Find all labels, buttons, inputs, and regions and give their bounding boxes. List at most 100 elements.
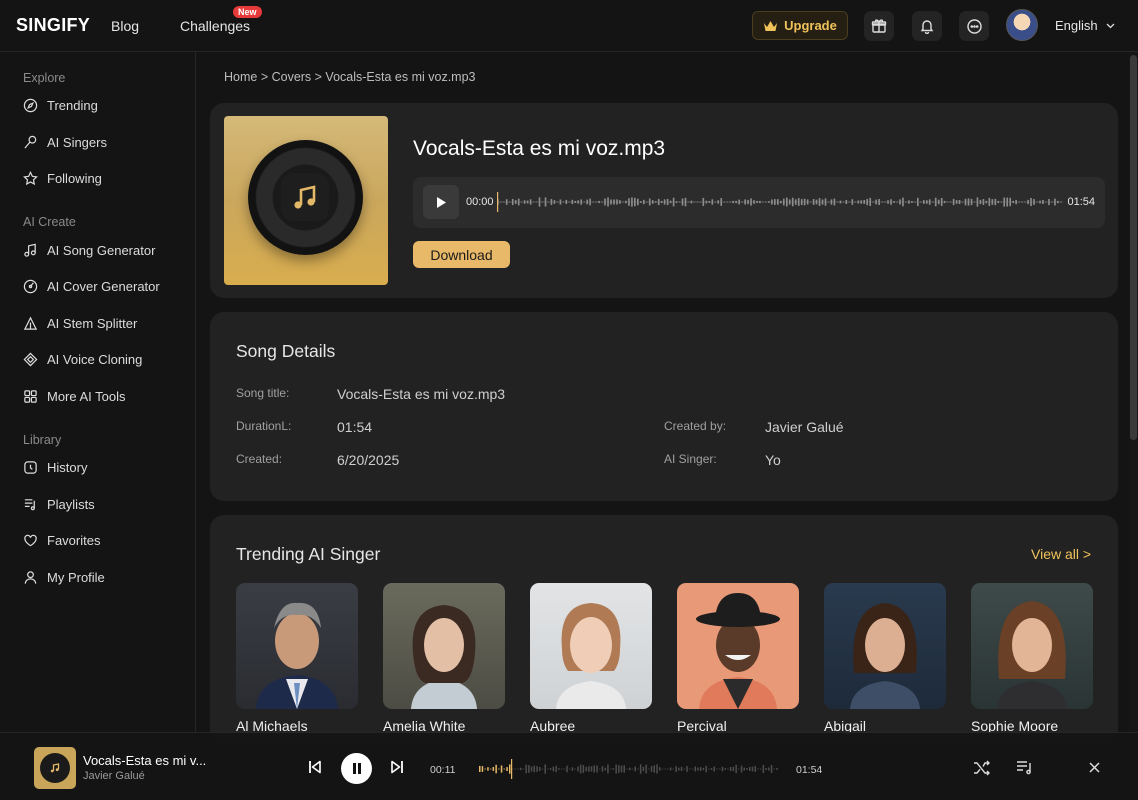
sidebar-item-label: AI Cover Generator: [47, 279, 160, 294]
close-player-button[interactable]: [1088, 761, 1101, 779]
sidebar-item-label: Favorites: [47, 533, 101, 548]
sidebar-item-label: Playlists: [47, 497, 95, 512]
singer-card[interactable]: Abigail: [824, 583, 946, 734]
sidebar-section-ai-create: AI Create: [23, 215, 76, 229]
singer-photo: [236, 583, 358, 709]
shuffle-icon: [974, 760, 990, 776]
sidebar-item-ai-cover-generator[interactable]: AI Cover Generator: [23, 279, 160, 294]
song-cover: [224, 116, 388, 285]
view-all-link[interactable]: View all >: [1031, 546, 1091, 562]
close-icon: [1089, 762, 1100, 773]
gift-button[interactable]: [864, 11, 894, 41]
heart-icon: [24, 534, 37, 547]
previous-button[interactable]: [307, 759, 323, 780]
sidebar-item-label: Trending: [47, 98, 98, 113]
app-logo[interactable]: SINGIFY: [16, 15, 90, 36]
crown-icon: [764, 20, 778, 31]
sidebar-item-label: AI Voice Cloning: [47, 352, 143, 367]
user-icon: [24, 571, 37, 584]
messages-button[interactable]: [959, 11, 989, 41]
singer-photo: [383, 583, 505, 709]
play-button[interactable]: [423, 185, 459, 219]
now-playing-cover[interactable]: [34, 747, 76, 789]
time-end: 01:54: [1067, 196, 1095, 208]
chevron-down-icon: [1106, 23, 1115, 28]
trending-heading: Trending AI Singer: [236, 544, 381, 564]
breadcrumb[interactable]: Home > Covers > Vocals-Esta es mi voz.mp…: [224, 70, 475, 84]
history-icon: [24, 461, 37, 474]
total-duration: 01:54: [796, 764, 823, 776]
waveform[interactable]: [497, 192, 1063, 212]
sidebar-item-more-ai-tools[interactable]: More AI Tools: [23, 389, 126, 404]
sidebar-item-label: AI Stem Splitter: [47, 316, 138, 331]
chat-icon: [966, 18, 982, 34]
scrollbar-thumb[interactable]: [1130, 55, 1137, 440]
sidebar-item-label: AI Singers: [47, 135, 107, 150]
singer-card[interactable]: Percival: [677, 583, 799, 734]
notifications-button[interactable]: [912, 11, 942, 41]
microphone-icon: [24, 135, 37, 149]
music-note-icon: [281, 173, 329, 221]
created-by-label: Created by:: [664, 419, 727, 433]
singer-card[interactable]: Al Michaels: [236, 583, 358, 734]
sidebar: Explore Trending AI Singers Following AI…: [0, 52, 196, 732]
upgrade-label: Upgrade: [784, 18, 837, 33]
shuffle-button[interactable]: [973, 760, 991, 781]
sidebar-item-trending[interactable]: Trending: [23, 98, 98, 113]
bottom-player: Vocals-Esta es mi v... Javier Galué 00:1…: [0, 732, 1138, 800]
play-icon: [437, 196, 446, 208]
singer-card[interactable]: Sophie Moore: [971, 583, 1093, 734]
sidebar-item-label: More AI Tools: [47, 389, 126, 404]
sidebar-section-explore: Explore: [23, 71, 66, 85]
sidebar-item-ai-song-generator[interactable]: AI Song Generator: [23, 243, 155, 258]
progress-waveform[interactable]: [479, 759, 779, 779]
singer-photo: [824, 583, 946, 709]
compass-icon: [23, 98, 38, 113]
pause-button[interactable]: [341, 753, 372, 784]
language-label: English: [1055, 18, 1098, 33]
upgrade-button[interactable]: Upgrade: [752, 11, 848, 40]
sidebar-item-label: AI Song Generator: [47, 243, 156, 258]
skip-next-icon: [391, 760, 403, 774]
time-start: 00:00: [466, 196, 494, 208]
next-button[interactable]: [389, 759, 405, 780]
singer-card[interactable]: Aubree: [530, 583, 652, 734]
sidebar-item-ai-stem-splitter[interactable]: AI Stem Splitter: [23, 316, 137, 331]
current-time: 00:11: [430, 764, 456, 776]
song-details-card: [210, 312, 1118, 501]
sidebar-section-library: Library: [23, 433, 62, 447]
sidebar-item-ai-voice-cloning[interactable]: AI Voice Cloning: [23, 352, 142, 367]
sidebar-item-label: History: [47, 460, 88, 475]
song-title-value: Vocals-Esta es mi voz.mp3: [337, 386, 506, 402]
song-title: Vocals-Esta es mi voz.mp3: [413, 137, 666, 160]
user-avatar[interactable]: [1006, 9, 1038, 41]
created-by-value: Javier Galué: [765, 419, 844, 435]
language-selector[interactable]: English: [1055, 18, 1115, 33]
new-badge: New: [233, 6, 262, 18]
sidebar-item-ai-singers[interactable]: AI Singers: [23, 135, 107, 150]
queue-button[interactable]: [1016, 759, 1034, 780]
skip-previous-icon: [309, 760, 321, 774]
singer-card[interactable]: Amelia White: [383, 583, 505, 734]
now-playing-artist[interactable]: Javier Galué: [83, 770, 145, 782]
duration-value: 01:54: [337, 419, 373, 435]
star-icon: [23, 171, 38, 186]
playlist-icon: [24, 499, 35, 511]
nav-blog[interactable]: Blog: [111, 18, 139, 34]
bell-icon: [920, 20, 934, 34]
sidebar-item-my-profile[interactable]: My Profile: [23, 570, 105, 585]
music-note-icon: [24, 243, 36, 257]
nav-challenges[interactable]: Challenges: [180, 18, 250, 34]
sidebar-item-history[interactable]: History: [23, 460, 87, 475]
sidebar-item-favorites[interactable]: Favorites: [23, 533, 100, 548]
sidebar-item-following[interactable]: Following: [23, 171, 102, 186]
created-label: Created:: [236, 452, 283, 466]
now-playing-title[interactable]: Vocals-Esta es mi v...: [83, 753, 206, 768]
duration-label: DurationL:: [236, 419, 292, 433]
sidebar-item-playlists[interactable]: Playlists: [23, 497, 95, 512]
song-details-heading: Song Details: [236, 341, 336, 361]
top-bar: SINGIFY Blog Challenges New Upgrade Engl…: [0, 0, 1138, 52]
ai-singer-value[interactable]: Yo: [765, 452, 781, 468]
download-button[interactable]: Download: [413, 241, 510, 268]
music-note-icon: [50, 763, 60, 773]
